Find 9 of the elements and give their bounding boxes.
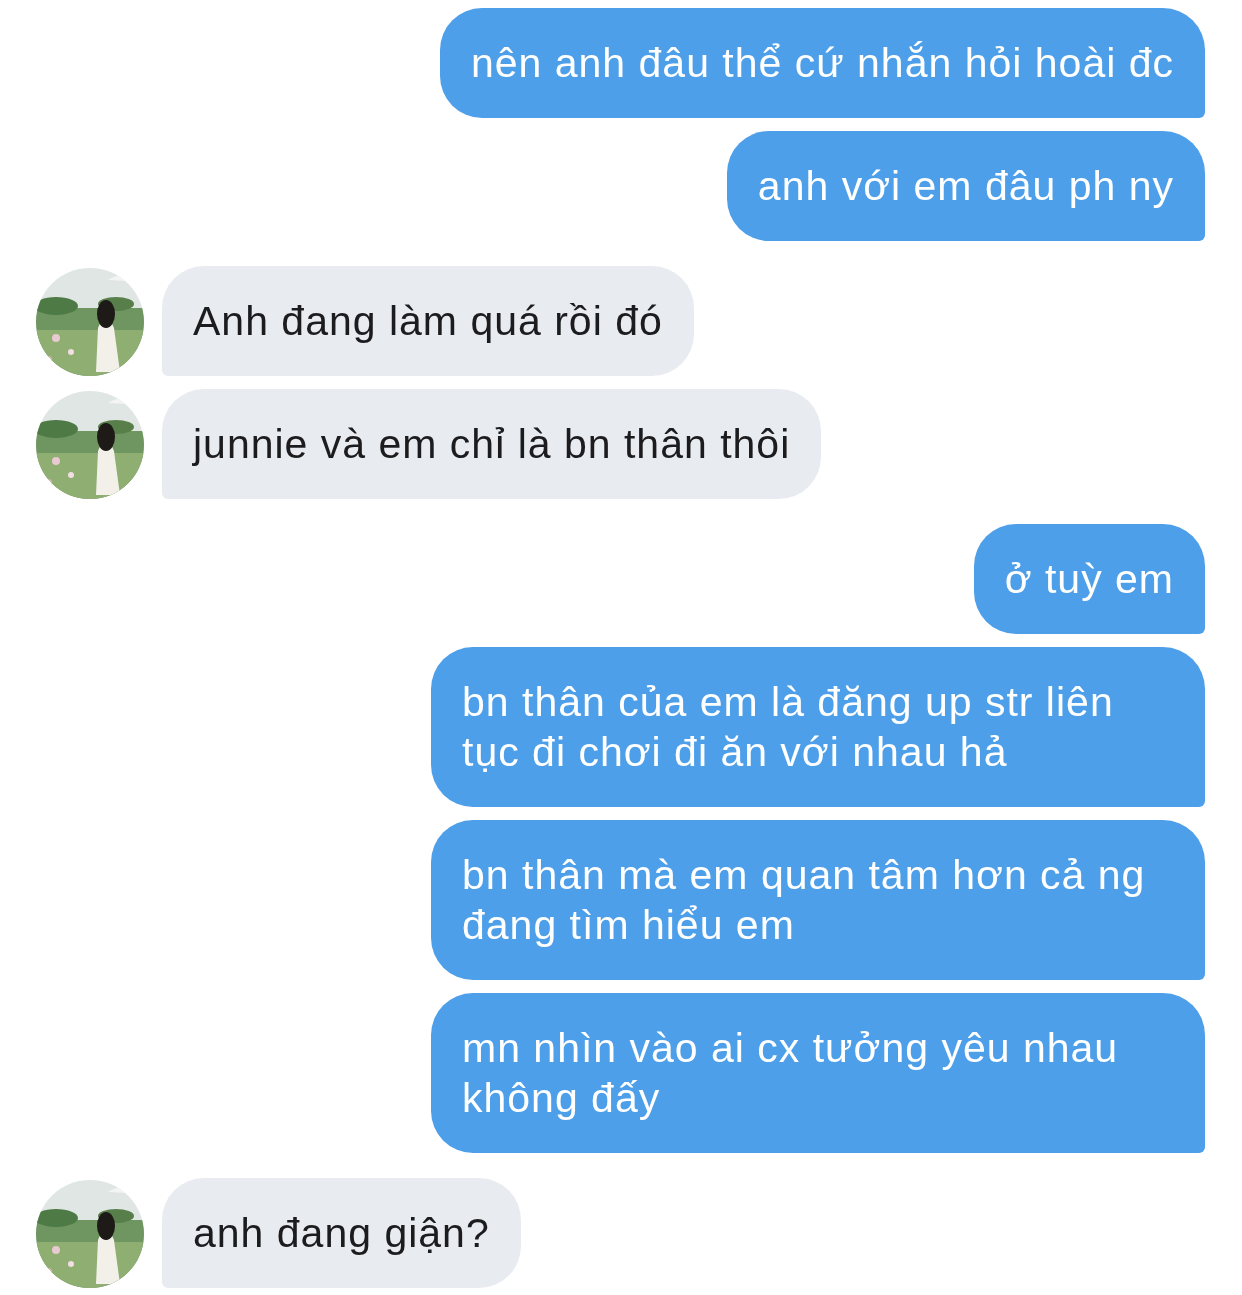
message-bubble: Anh đang làm quá rồi đó [162,266,694,376]
message-bubble: ở tuỳ em [973,524,1205,634]
message-bubble: bn thân của em là đăng up str liên tục đi chơi đi ăn với nhau hả [431,647,1205,807]
message-bubble: anh với em đâu ph ny [726,131,1205,241]
message-bubble: junnie và em chỉ là bn thân thôi [162,389,822,499]
message-bubble: bn thân mà em quan tâm hơn cả ng đang tìm hiểu em [431,820,1205,980]
message-bubble: nên anh đâu thể cứ nhắn hỏi hoài đc [439,8,1205,118]
message-bubble: anh đang giận? [162,1178,521,1288]
message-bubble: mn nhìn vào ai cx tưởng yêu nhau không đấy [431,993,1205,1153]
